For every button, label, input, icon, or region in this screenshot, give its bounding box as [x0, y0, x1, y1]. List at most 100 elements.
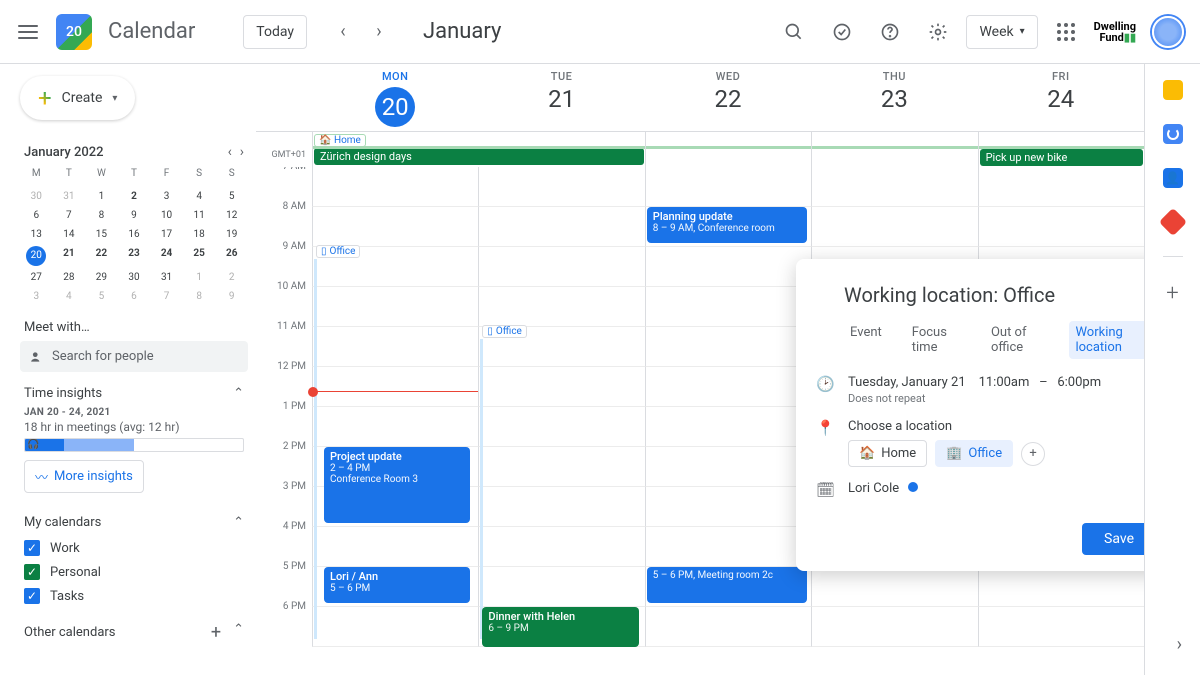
view-selector[interactable]: Week▾: [966, 15, 1037, 49]
mini-calendar-day[interactable]: 14: [53, 225, 86, 244]
search-people-input[interactable]: Search for people: [20, 341, 248, 372]
time-slot[interactable]: [312, 207, 478, 247]
mini-calendar-day[interactable]: 7: [150, 287, 183, 306]
time-slot[interactable]: [978, 567, 1144, 607]
event-end-time[interactable]: 6:00pm: [1057, 375, 1101, 390]
calendar-toggle[interactable]: ✓Work: [20, 536, 248, 560]
mini-calendar-day[interactable]: 1: [183, 268, 216, 287]
time-slot[interactable]: [312, 607, 478, 647]
add-other-calendar[interactable]: +: [211, 622, 221, 643]
mini-calendar-day[interactable]: 3: [150, 187, 183, 206]
mini-calendar-day[interactable]: 18: [183, 225, 216, 244]
mini-calendar-day[interactable]: 13: [20, 225, 53, 244]
mini-calendar-day[interactable]: 6: [118, 287, 151, 306]
day-header[interactable]: FRI24: [978, 64, 1144, 131]
search-icon[interactable]: [774, 12, 814, 52]
office-location-chip[interactable]: ▯ Office: [316, 245, 360, 258]
mini-calendar-day[interactable]: 30: [20, 187, 53, 206]
location-home-button[interactable]: 🏠 Home: [848, 440, 927, 467]
mini-calendar[interactable]: MTWTFSS 30311234567891011121314151617181…: [20, 164, 248, 306]
mini-calendar-day[interactable]: 9: [118, 206, 151, 225]
time-slot[interactable]: [645, 247, 811, 287]
support-icon[interactable]: [822, 12, 862, 52]
time-slot[interactable]: [478, 247, 644, 287]
event-type-tab[interactable]: Out of office: [985, 321, 1051, 359]
keep-icon[interactable]: [1163, 80, 1183, 100]
mini-calendar-day[interactable]: 23: [118, 244, 151, 268]
time-slot[interactable]: [478, 487, 644, 527]
calendar-toggle[interactable]: ✓Tasks: [20, 584, 248, 608]
mini-calendar-day[interactable]: 1: [85, 187, 118, 206]
time-slot[interactable]: [478, 567, 644, 607]
day-header[interactable]: MON20: [312, 64, 478, 131]
mini-calendar-day[interactable]: 31: [150, 268, 183, 287]
time-slot[interactable]: [312, 167, 478, 207]
mini-calendar-day[interactable]: 31: [53, 187, 86, 206]
mini-calendar-day[interactable]: 30: [118, 268, 151, 287]
collapse-other-calendars[interactable]: ⌃: [233, 622, 244, 643]
prev-week-button[interactable]: ‹: [327, 16, 359, 48]
time-slot[interactable]: [978, 167, 1144, 207]
calendar-event[interactable]: Planning update 8 – 9 AM, Conference roo…: [647, 207, 807, 243]
create-button[interactable]: + Create ▾: [20, 76, 135, 120]
time-slot[interactable]: [645, 487, 811, 527]
recurrence-label[interactable]: Does not repeat: [848, 392, 1101, 405]
time-slot[interactable]: [312, 287, 478, 327]
google-apps-icon[interactable]: [1046, 12, 1086, 52]
time-slot[interactable]: [978, 607, 1144, 647]
more-insights-button[interactable]: 〰 More insights: [24, 460, 144, 493]
event-type-tab[interactable]: Event: [844, 321, 888, 359]
event-date[interactable]: Tuesday, January 21: [848, 375, 966, 390]
time-slot[interactable]: [478, 287, 644, 327]
mini-calendar-day[interactable]: 8: [183, 287, 216, 306]
help-icon[interactable]: [870, 12, 910, 52]
time-slot[interactable]: [478, 167, 644, 207]
time-slot[interactable]: [811, 567, 977, 607]
event-start-time[interactable]: 11:00am: [979, 375, 1030, 390]
mini-calendar-day[interactable]: 3: [20, 287, 53, 306]
mini-calendar-day[interactable]: 29: [85, 268, 118, 287]
mini-calendar-day[interactable]: 8: [85, 206, 118, 225]
mini-calendar-day[interactable]: 21: [53, 244, 86, 268]
time-slot[interactable]: [645, 287, 811, 327]
time-slot[interactable]: [978, 207, 1144, 247]
account-avatar[interactable]: [1152, 16, 1184, 48]
location-office-button[interactable]: 🏢 Office: [935, 440, 1013, 467]
mini-calendar-day[interactable]: 27: [20, 268, 53, 287]
time-slot[interactable]: [312, 367, 478, 407]
get-addons-button[interactable]: +: [1166, 281, 1178, 306]
mini-calendar-day[interactable]: 6: [20, 206, 53, 225]
time-slot[interactable]: [478, 407, 644, 447]
add-location-button[interactable]: +: [1021, 442, 1045, 466]
mini-calendar-day[interactable]: 19: [215, 225, 248, 244]
calendar-event[interactable]: Project update 2 – 4 PM Conference Room …: [324, 447, 470, 523]
main-menu-icon[interactable]: [16, 20, 40, 44]
mini-prev-month[interactable]: ‹: [228, 144, 232, 160]
tasks-icon[interactable]: [1163, 124, 1183, 144]
mini-calendar-day[interactable]: 7: [53, 206, 86, 225]
calendar-event[interactable]: Lori / Ann 5 – 6 PM: [324, 567, 470, 603]
time-slot[interactable]: [312, 527, 478, 567]
time-slot[interactable]: [645, 607, 811, 647]
mini-calendar-day[interactable]: 4: [183, 187, 216, 206]
mini-calendar-day[interactable]: 2: [215, 268, 248, 287]
next-week-button[interactable]: ›: [363, 16, 395, 48]
mini-calendar-day[interactable]: 16: [118, 225, 151, 244]
allday-event[interactable]: Zürich design days: [314, 148, 644, 165]
mini-calendar-day[interactable]: 24: [150, 244, 183, 268]
settings-gear-icon[interactable]: [918, 12, 958, 52]
mini-calendar-day[interactable]: 22: [85, 244, 118, 268]
allday-event[interactable]: Pick up new bike: [980, 149, 1143, 166]
time-slot[interactable]: [811, 607, 977, 647]
mini-calendar-day[interactable]: 12: [215, 206, 248, 225]
day-header[interactable]: WED22: [645, 64, 811, 131]
time-slot[interactable]: [478, 527, 644, 567]
mini-calendar-day[interactable]: 9: [215, 287, 248, 306]
time-slot[interactable]: [645, 367, 811, 407]
mini-calendar-day[interactable]: 2: [118, 187, 151, 206]
mini-calendar-day[interactable]: 10: [150, 206, 183, 225]
time-slot[interactable]: [312, 327, 478, 367]
mini-next-month[interactable]: ›: [240, 144, 244, 160]
time-slot[interactable]: [478, 447, 644, 487]
time-slot[interactable]: [645, 447, 811, 487]
